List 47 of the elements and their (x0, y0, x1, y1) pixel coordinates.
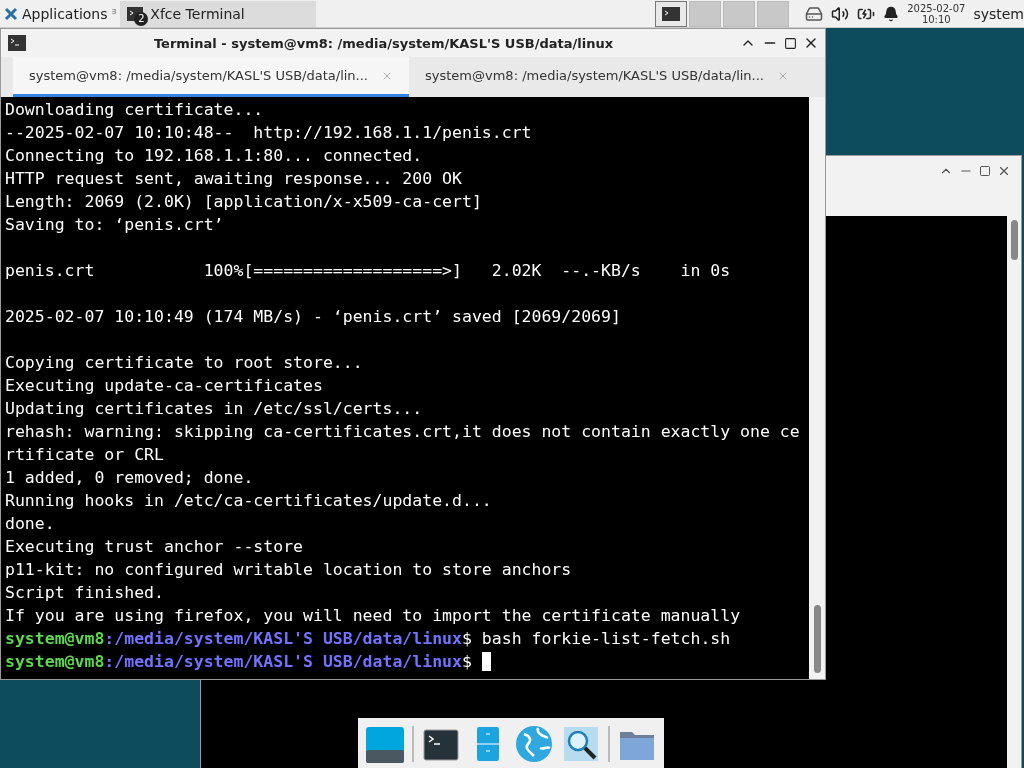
menu-handle: ᴲ (111, 6, 117, 21)
clock[interactable]: 2025-02-07 10:10 (907, 2, 966, 25)
terminal-output: Length: 2069 (2.0K) [application/x-x509-ca-cert] (5, 192, 482, 211)
terminal-icon (661, 5, 682, 22)
terminal-output: Updating certificates in /etc/ssl/certs... (5, 399, 423, 418)
text-cursor (481, 652, 491, 671)
terminal-output: Script finished. (5, 583, 164, 602)
terminal-output: Copying certificate to root store... (5, 353, 363, 372)
command-text: $ bash forkie-list-fetch.sh (461, 629, 731, 648)
scrollbar[interactable] (809, 97, 825, 679)
terminal-output: done. (5, 514, 55, 533)
prompt-path: :/media/system/KASL'S USB/data/linux (104, 629, 462, 648)
terminal-output: Downloading certificate... (5, 100, 264, 119)
maximize-icon[interactable] (784, 36, 797, 50)
close-icon[interactable] (997, 164, 1011, 178)
prompt-host: system@vm8 (5, 629, 105, 648)
terminal-output: Running hooks in /etc/ca-certificates/update.d... (5, 491, 492, 510)
workspace-button[interactable] (655, 0, 688, 27)
window-title: Terminal - system@vm8: /media/system/KASL'S USB/data/linux (152, 35, 615, 51)
notification-icon[interactable] (883, 5, 900, 22)
volume-icon[interactable] (831, 4, 850, 23)
terminal-output: HTTP request sent, awaiting response... 200 OK (5, 169, 462, 188)
terminal-output: Executing update-ca-certificates (5, 376, 323, 395)
terminal-output: --2025-02-07 10:10:48-- http://192.168.1.1/penis.crt (5, 123, 532, 142)
terminal-output: Executing trust anchor --store (5, 537, 303, 556)
maximize-icon[interactable] (979, 165, 991, 177)
prompt-host: system@vm8 (5, 652, 105, 671)
terminal-output: rtificate or CRL (5, 445, 164, 464)
globe-icon[interactable] (514, 724, 555, 764)
terminal-output: Saving to: ‘penis.crt’ (5, 215, 224, 234)
terminal-output: 2025-02-07 10:10:49 (174 MB/s) - ‘penis.crt’ saved [2069/2069] (5, 307, 621, 326)
terminal-output: p11-kit: no configured writable location to store anchors (5, 560, 572, 579)
taskbar-button[interactable]: 2 Xfce Terminal (120, 0, 317, 27)
command-text: $ (461, 652, 473, 671)
desktop-icon[interactable] (365, 724, 406, 764)
terminal-output: penis.crt 100%[===================>] 2.02K --.-KB/s in 0s (5, 261, 731, 280)
terminal-output: rehash: warning: skipping ca-certificates.crt,it does not contain exactly one ce (5, 422, 800, 441)
terminal-tab[interactable]: system@vm8: /media/system/KASL'S USB/data/lin... (13, 57, 409, 97)
prompt-path: :/media/system/KASL'S USB/data/linux (104, 652, 462, 671)
terminal-output: If you are using firefox, you will need to import the certificate manually (5, 606, 741, 625)
applications-menu[interactable]: Applications (0, 0, 112, 27)
terminal-icon (7, 34, 27, 52)
xfce-logo-icon (4, 6, 18, 21)
user-name[interactable]: system (973, 5, 1024, 22)
terminal-output: 1 added, 0 removed; done. (5, 468, 254, 487)
terminal-output: Connecting to 192.168.1.1:80... connected. (5, 146, 423, 165)
scrollbar[interactable] (1007, 216, 1021, 768)
